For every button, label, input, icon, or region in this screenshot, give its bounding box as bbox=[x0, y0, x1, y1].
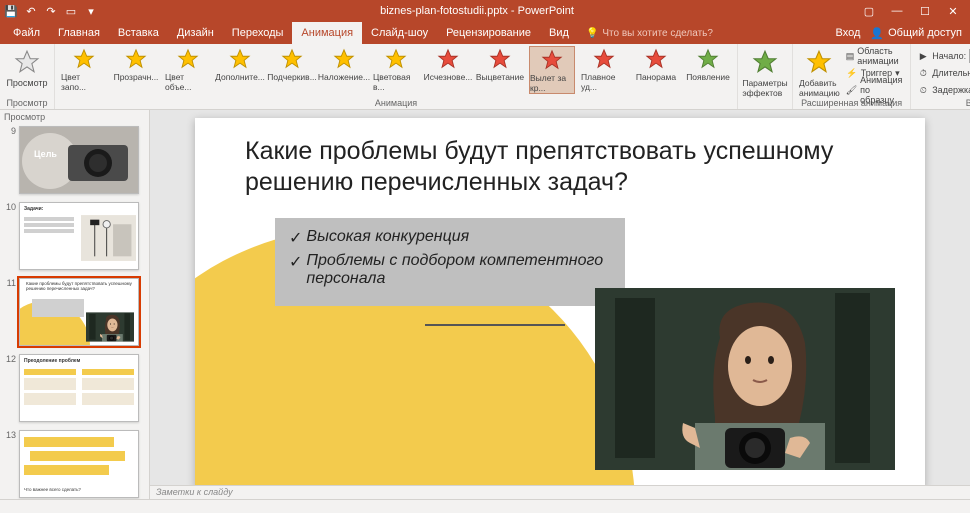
tell-me[interactable]: 💡Что вы хотите сделать? bbox=[578, 22, 721, 44]
animation-gallery-item[interactable]: Дополните... bbox=[217, 46, 263, 82]
tab-file[interactable]: Файл bbox=[4, 22, 49, 44]
painter-icon: 🖌 bbox=[846, 84, 857, 96]
bullet-text: Высокая конкуренция bbox=[306, 228, 469, 248]
delay-icon: ⏲ bbox=[917, 84, 929, 96]
share-icon: 👤 bbox=[870, 27, 884, 40]
slide-thumbnails-panel: Просмотр 9 10 Задачи: 11 Какие проблемы … bbox=[0, 110, 150, 499]
star-icon bbox=[281, 48, 303, 70]
animation-gallery-item[interactable]: Вылет за кр... bbox=[529, 46, 575, 94]
tab-transitions[interactable]: Переходы bbox=[223, 22, 293, 44]
start-icon: ▶ bbox=[917, 50, 929, 62]
slide-photo[interactable] bbox=[595, 288, 895, 470]
duration-label: Длительность: bbox=[932, 68, 970, 78]
slide-thumbnail[interactable] bbox=[19, 126, 139, 194]
tab-view[interactable]: Вид bbox=[540, 22, 578, 44]
duration-icon: ⏱ bbox=[917, 67, 929, 79]
pane-icon: ▤ bbox=[846, 50, 855, 62]
group-label-preview: Просмотр bbox=[6, 98, 48, 109]
tab-design[interactable]: Дизайн bbox=[168, 22, 223, 44]
ribbon-tabs: Файл Главная Вставка Дизайн Переходы Ани… bbox=[0, 22, 970, 44]
animation-gallery-item[interactable]: Появление bbox=[685, 46, 731, 82]
star-icon bbox=[645, 48, 667, 70]
tab-insert[interactable]: Вставка bbox=[109, 22, 168, 44]
group-label-advanced: Расширенная анимация bbox=[799, 98, 904, 109]
divider-line[interactable] bbox=[425, 324, 565, 326]
add-animation-button[interactable]: Добавить анимацию bbox=[799, 46, 840, 98]
group-label-animation: Анимация bbox=[61, 98, 731, 109]
minimize-button[interactable]: — bbox=[884, 1, 910, 21]
animation-gallery-item[interactable]: Цвет запо... bbox=[61, 46, 107, 92]
slide-thumbnail[interactable]: Преодоление проблем bbox=[19, 354, 139, 422]
slide-thumbnail[interactable]: Какие проблемы будут препятствовать успе… bbox=[19, 278, 139, 346]
slide-thumbnail[interactable]: Что важнее всего сделать? bbox=[19, 430, 139, 498]
qat-dropdown-icon[interactable]: ▾ bbox=[84, 4, 98, 18]
check-icon: ✓ bbox=[289, 252, 302, 288]
share-button[interactable]: 👤Общий доступ bbox=[870, 27, 962, 40]
slide-thumbnail[interactable]: Задачи: bbox=[19, 202, 139, 270]
star-icon bbox=[229, 48, 251, 70]
save-icon[interactable]: 💾 bbox=[4, 4, 18, 18]
ribbon: Просмотр Просмотр Цвет запо...Прозрачн..… bbox=[0, 44, 970, 110]
trigger-icon: ⚡ bbox=[846, 67, 858, 79]
animation-gallery-item[interactable]: Плавное уд... bbox=[581, 46, 627, 92]
bullet-box[interactable]: ✓Высокая конкуренция ✓Проблемы с подборо… bbox=[275, 218, 625, 306]
animation-painter-button[interactable]: 🖌Анимация по образцу bbox=[846, 82, 905, 98]
signin-link[interactable]: Вход bbox=[836, 27, 861, 39]
redo-icon[interactable]: ↷ bbox=[44, 4, 58, 18]
star-icon bbox=[697, 48, 719, 70]
animation-gallery-item[interactable]: Наложение... bbox=[321, 46, 367, 82]
star-icon bbox=[385, 48, 407, 70]
add-animation-icon bbox=[805, 48, 833, 76]
status-bar bbox=[0, 499, 970, 513]
undo-icon[interactable]: ↶ bbox=[24, 4, 38, 18]
slide-title[interactable]: Какие проблемы будут препятствовать успе… bbox=[245, 136, 885, 199]
star-icon bbox=[541, 49, 563, 71]
star-icon bbox=[437, 48, 459, 70]
star-icon bbox=[489, 48, 511, 70]
animation-gallery-item[interactable]: Панорама bbox=[633, 46, 679, 82]
star-icon bbox=[593, 48, 615, 70]
star-icon bbox=[177, 48, 199, 70]
slide-canvas[interactable]: Какие проблемы будут препятствовать успе… bbox=[195, 118, 925, 485]
animation-pane-button[interactable]: ▤Область анимации bbox=[846, 48, 905, 64]
animation-gallery-item[interactable]: Выцветание bbox=[477, 46, 523, 82]
tab-slideshow[interactable]: Слайд-шоу bbox=[362, 22, 437, 44]
animation-gallery-item[interactable]: Цвет объе... bbox=[165, 46, 211, 92]
bulb-icon: 💡 bbox=[586, 28, 598, 39]
tab-review[interactable]: Рецензирование bbox=[437, 22, 540, 44]
star-icon bbox=[333, 48, 355, 70]
maximize-button[interactable]: ☐ bbox=[912, 1, 938, 21]
star-icon bbox=[125, 48, 147, 70]
tab-home[interactable]: Главная bbox=[49, 22, 109, 44]
animation-gallery-item[interactable]: Исчезнове... bbox=[425, 46, 471, 82]
tab-animations[interactable]: Анимация bbox=[292, 22, 362, 44]
check-icon: ✓ bbox=[289, 228, 302, 248]
effect-options-button[interactable]: Параметры эффектов bbox=[744, 46, 786, 98]
titlebar: 💾 ↶ ↷ ▭ ▾ biznes-plan-fotostudii.pptx - … bbox=[0, 0, 970, 22]
start-label: Начало: bbox=[932, 51, 966, 61]
ribbon-options-icon[interactable]: ▢ bbox=[856, 1, 882, 21]
preview-icon bbox=[13, 48, 41, 76]
animation-gallery-item[interactable]: Цветовая в... bbox=[373, 46, 419, 92]
group-label-timing: Время показа слайдов bbox=[917, 98, 970, 109]
animation-gallery-item[interactable]: Прозрачн... bbox=[113, 46, 159, 82]
preview-button[interactable]: Просмотр bbox=[6, 46, 48, 88]
notes-pane[interactable]: Заметки к слайду bbox=[150, 485, 970, 499]
star-icon bbox=[73, 48, 95, 70]
close-button[interactable]: ✕ bbox=[940, 1, 966, 21]
bullet-text: Проблемы с подбором компетентного персон… bbox=[306, 252, 611, 288]
start-from-beginning-icon[interactable]: ▭ bbox=[64, 4, 78, 18]
window-title: biznes-plan-fotostudii.pptx - PowerPoint bbox=[98, 5, 856, 17]
effect-options-icon bbox=[751, 48, 779, 76]
thumbnails-header: Просмотр bbox=[0, 110, 149, 124]
animation-gallery-item[interactable]: Подчеркив... bbox=[269, 46, 315, 82]
delay-label: Задержка: bbox=[932, 85, 970, 95]
